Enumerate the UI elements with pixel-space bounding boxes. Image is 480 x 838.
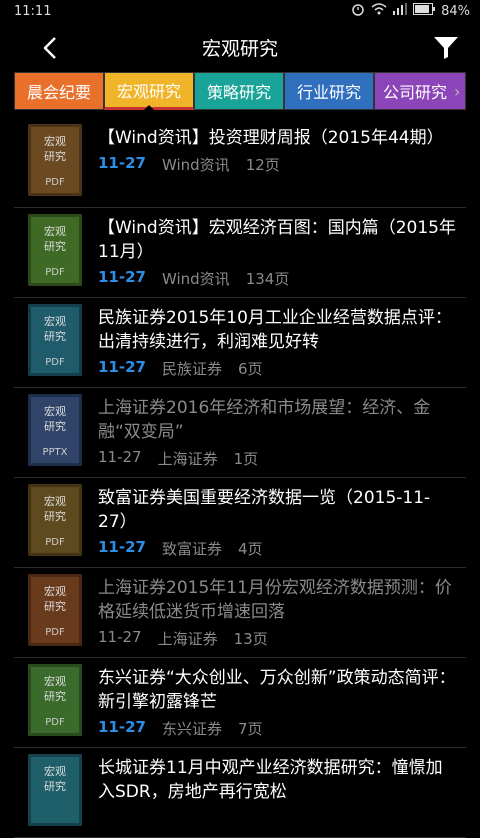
list-item[interactable]: 宏观 研究 PDF 【Wind资讯】宏观经济百图：国内篇（2015年11月） 1… — [14, 208, 466, 298]
tab-macro-research[interactable]: 宏观研究 — [104, 72, 194, 110]
report-title: 上海证券2015年11月份宏观经济数据预测：价格延续低迷货币增速回落 — [98, 578, 452, 622]
tab-label: 宏观研究 — [116, 82, 181, 101]
list-item[interactable]: 宏观 研究 PDF 民族证券2015年10月工业企业经营数据点评：出清持续进行，… — [14, 298, 466, 388]
pdf-thumbnail: 宏观 研究 PDF — [28, 214, 82, 286]
battery-level: 84% — [441, 3, 470, 19]
pdf-thumbnail: 宏观 研究 PDF — [28, 664, 82, 736]
report-title: 【Wind资讯】投资理财周报（2015年44期） — [98, 128, 444, 148]
report-title: 长城证券11月中观产业经济数据研究：憧憬加入SDR，房地产再行宽松 — [98, 758, 443, 802]
pdf-thumbnail: 宏观 研究 PDF — [28, 124, 82, 196]
report-pages: 4页 — [238, 540, 263, 558]
chevron-right-icon[interactable]: › — [454, 84, 464, 100]
filter-button[interactable] — [430, 32, 462, 64]
active-indicator — [144, 105, 154, 110]
pdf-thumbnail: 宏观 研究 PDF — [28, 484, 82, 556]
tab-strategy-research[interactable]: 策略研究 — [194, 72, 284, 110]
report-date: 11-27 — [98, 154, 146, 172]
report-title: 上海证券2016年经济和市场展望：经济、金融“双变局” — [98, 398, 431, 442]
tab-morning-notes[interactable]: 晨会纪要 — [14, 72, 104, 110]
pdf-thumbnail: 宏观 研究 — [28, 754, 82, 826]
file-type: PDF — [45, 627, 65, 638]
report-pages: 6页 — [238, 360, 263, 378]
alarm-icon — [351, 2, 365, 20]
report-source: Wind资讯 — [161, 270, 230, 288]
status-bar: 11:11 84% — [0, 0, 480, 22]
report-source: 民族证券 — [161, 360, 222, 378]
report-date: 11-27 — [98, 448, 142, 466]
report-pages: 134页 — [245, 270, 290, 288]
report-title: 致富证券美国重要经济数据一览（2015-11-27） — [98, 488, 431, 532]
list-item[interactable]: 宏观 研究 PPTX 上海证券2016年经济和市场展望：经济、金融“双变局” 1… — [14, 388, 466, 478]
back-button[interactable] — [36, 34, 64, 62]
list-item[interactable]: 宏观 研究 PDF 【Wind资讯】投资理财周报（2015年44期） 11-27… — [14, 118, 466, 208]
list-item[interactable]: 宏观 研究 长城证券11月中观产业经济数据研究：憧憬加入SDR，房地产再行宽松 — [14, 748, 466, 838]
file-type: PPTX — [42, 447, 68, 458]
tab-company-research[interactable]: 公司研究 — [374, 72, 466, 110]
report-date: 11-27 — [98, 358, 146, 376]
report-pages: 12页 — [245, 156, 280, 174]
report-title: 【Wind资讯】宏观经济百图：国内篇（2015年11月） — [98, 218, 456, 262]
pdf-thumbnail: 宏观 研究 PDF — [28, 304, 82, 376]
file-type: PDF — [45, 717, 65, 728]
signal-icon — [393, 3, 408, 19]
report-pages: 7页 — [238, 720, 263, 738]
report-pages: 13页 — [233, 630, 268, 648]
report-title: 民族证券2015年10月工业企业经营数据点评：出清持续进行，利润难见好转 — [98, 308, 452, 352]
pdf-thumbnail: 宏观 研究 PDF — [28, 574, 82, 646]
report-source: 上海证券 — [157, 630, 218, 648]
category-tabs: 晨会纪要 宏观研究 策略研究 行业研究 公司研究 — [14, 72, 466, 112]
report-source: 上海证券 — [157, 450, 218, 468]
report-list: 宏观 研究 PDF 【Wind资讯】投资理财周报（2015年44期） 11-27… — [0, 118, 480, 838]
list-item[interactable]: 宏观 研究 PDF 上海证券2015年11月份宏观经济数据预测：价格延续低迷货币… — [14, 568, 466, 658]
pptx-thumbnail: 宏观 研究 PPTX — [28, 394, 82, 466]
app-header: 宏观研究 — [0, 22, 480, 74]
file-type: PDF — [45, 177, 65, 188]
status-time: 11:11 — [14, 3, 52, 19]
report-date: 11-27 — [98, 538, 146, 556]
report-date: 11-27 — [98, 268, 146, 286]
tab-industry-research[interactable]: 行业研究 — [284, 72, 374, 110]
report-pages: 1页 — [233, 450, 259, 468]
wifi-icon — [371, 3, 387, 19]
report-title: 东兴证券“大众创业、万众创新”政策动态简评：新引擎初露锋芒 — [98, 668, 456, 712]
list-item[interactable]: 宏观 研究 PDF 致富证券美国重要经济数据一览（2015-11-27） 11-… — [14, 478, 466, 568]
file-type: PDF — [45, 267, 65, 278]
filter-icon — [434, 37, 458, 59]
report-date: 11-27 — [98, 718, 146, 736]
battery-icon — [413, 3, 436, 19]
list-item[interactable]: 宏观 研究 PDF 东兴证券“大众创业、万众创新”政策动态简评：新引擎初露锋芒 … — [14, 658, 466, 748]
report-source: Wind资讯 — [161, 156, 230, 174]
report-source: 东兴证券 — [161, 720, 222, 738]
page-title: 宏观研究 — [201, 38, 278, 60]
file-type: PDF — [45, 537, 65, 548]
chevron-left-icon — [43, 37, 56, 59]
report-date: 11-27 — [98, 628, 142, 646]
file-type: PDF — [45, 357, 65, 368]
report-source: 致富证券 — [161, 540, 222, 558]
